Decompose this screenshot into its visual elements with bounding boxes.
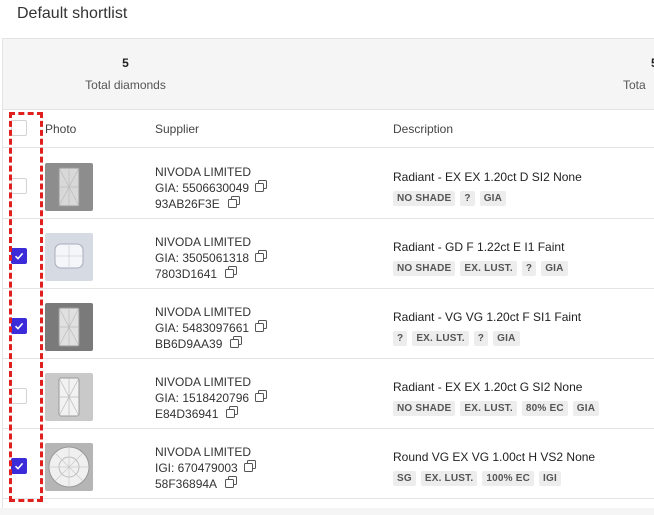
row-checkbox[interactable] [11, 318, 27, 334]
description-cell: Radiant - GD F 1.22ct E I1 Faint NO SHADE… [393, 240, 568, 276]
tag-badge: 100% EC [482, 471, 534, 486]
copy-icon[interactable] [227, 196, 240, 212]
supplier-name: NIVODA LIMITED [155, 445, 252, 459]
diamond-photo[interactable] [45, 373, 93, 421]
stat-value: 5 [623, 56, 654, 70]
bottom-bar [0, 508, 654, 515]
select-all-checkbox[interactable] [11, 120, 27, 136]
supplier-cell: NIVODA LIMITED GIA: 3505061318 7803D1641 [155, 235, 268, 282]
description-text: Radiant - EX EX 1.20ct G SI2 None [393, 380, 583, 394]
copy-icon[interactable] [255, 180, 268, 196]
description-text: Radiant - EX EX 1.20ct D SI2 None [393, 170, 582, 184]
supplier-cell: NIVODA LIMITED GIA: 5506630049 93AB26F3E [155, 165, 268, 212]
tag-badge: EX. LUST. [460, 401, 517, 416]
tag-badge: ? [460, 191, 475, 206]
stats-bar: 5 Total diamonds 5 Tota [3, 39, 654, 110]
supplier-cell: NIVODA LIMITED IGI: 670479003 58F36894A [155, 445, 256, 492]
description-text: Round VG EX VG 1.00ct H VS2 None [393, 450, 596, 464]
column-description: Description [393, 122, 454, 136]
stat-value: 5 [122, 56, 129, 70]
tag-badge: SG [393, 471, 416, 486]
copy-icon[interactable] [225, 266, 238, 282]
description-cell: Radiant - EX EX 1.20ct D SI2 None NO SHAD… [393, 170, 582, 206]
tag-badge: GIA [493, 331, 520, 346]
table-row[interactable]: NIVODA LIMITED GIA: 5483097661 BB6D9AA39 Ra… [3, 288, 654, 359]
tag-badge: ? [393, 331, 408, 346]
tag-list: NO SHADE? GIA [393, 191, 582, 206]
tag-badge: EX. LUST. [412, 331, 469, 346]
tag-badge: IGI [539, 471, 561, 486]
tag-badge: EX. LUST. [420, 471, 478, 486]
description-text: Radiant - GD F 1.22ct E I1 Faint [393, 240, 565, 254]
table-row[interactable]: NIVODA LIMITED GIA: 1518420796 E84D36941 Ra… [3, 358, 654, 429]
description-cell: Round VG EX VG 1.00ct H VS2 None SG EX. LU… [393, 450, 595, 486]
diamond-photo[interactable] [45, 303, 93, 351]
certificate-number: GIA: 3505061318 [155, 250, 250, 265]
description-cell: Radiant - VG VG 1.20ct F SI1 Faint? EX. L… [393, 310, 581, 346]
supplier-name: NIVODA LIMITED [155, 165, 252, 179]
supplier-cell: NIVODA LIMITED GIA: 5483097661 BB6D9AA39 [155, 305, 268, 352]
column-supplier: Supplier [155, 122, 200, 136]
row-checkbox[interactable] [11, 458, 27, 474]
description-text: Radiant - VG VG 1.20ct F SI1 Faint [393, 310, 582, 324]
tag-badge: GIA [541, 261, 568, 276]
tag-badge: ? [473, 331, 489, 346]
certificate-number: GIA: 1518420796 [155, 390, 250, 405]
row-checkbox[interactable] [11, 178, 27, 194]
copy-icon[interactable] [255, 250, 268, 266]
stat-label: Tota [623, 78, 646, 92]
stat-total-second: 5 Tota [623, 56, 654, 92]
tag-badge: NO SHADE [393, 191, 456, 206]
tag-badge: ? [521, 261, 537, 276]
tag-list: ? EX. LUST.? GIA [393, 331, 581, 346]
table-row[interactable]: NIVODA LIMITED GIA: 5506630049 93AB26F3E Ra… [3, 148, 654, 219]
tag-list: NO SHADE EX. LUST. 80% EC GIA [393, 401, 600, 416]
column-photo: Photo [45, 122, 77, 136]
certificate-number: IGI: 670479003 [155, 460, 238, 475]
supplier-name: NIVODA LIMITED [155, 235, 252, 249]
stock-id: 58F36894A [155, 476, 218, 491]
copy-icon[interactable] [226, 406, 239, 422]
tag-badge: 80% EC [521, 401, 568, 416]
page-title: Default shortlist [17, 5, 128, 22]
row-checkbox[interactable] [11, 248, 27, 264]
certificate-number: GIA: 5506630049 [155, 180, 250, 195]
copy-icon[interactable] [225, 476, 238, 492]
row-checkbox[interactable] [11, 388, 27, 404]
stock-id: BB6D9AA39 [155, 336, 223, 351]
supplier-name: NIVODA LIMITED [155, 305, 252, 319]
table-header: Photo Supplier Description [3, 109, 654, 148]
supplier-name: NIVODA LIMITED [155, 375, 252, 389]
stock-id: 7803D1641 [155, 266, 218, 281]
stock-id: E84D36941 [155, 406, 219, 421]
table-row[interactable]: NIVODA LIMITED GIA: 3505061318 7803D1641 Ra… [3, 218, 654, 289]
tag-badge: GIA [479, 191, 507, 206]
tag-badge: GIA [572, 401, 600, 416]
tag-list: NO SHADE EX. LUST.? GIA [393, 261, 568, 276]
description-cell: Radiant - EX EX 1.20ct G SI2 None NO SHAD… [393, 380, 600, 416]
certificate-number: GIA: 5483097661 [155, 320, 250, 335]
tag-list: SG EX. LUST. 100% EC IGI [393, 471, 595, 486]
tag-badge: NO SHADE [393, 401, 456, 416]
table-row[interactable]: NIVODA LIMITED IGI: 670479003 58F36894A Rou… [3, 428, 654, 499]
copy-icon[interactable] [230, 336, 243, 352]
tag-badge: EX. LUST. [460, 261, 517, 276]
shortlist-panel: 5 Total diamonds 5 Tota Photo Supplier D… [2, 38, 654, 509]
copy-icon[interactable] [243, 460, 256, 476]
tag-badge: NO SHADE [393, 261, 456, 276]
copy-icon[interactable] [255, 390, 268, 406]
stat-label: Total diamonds [85, 78, 166, 92]
stat-total-diamonds: 5 Total diamonds [73, 56, 178, 92]
diamond-photo[interactable] [45, 443, 93, 491]
diamond-photo[interactable] [45, 163, 93, 211]
diamond-photo[interactable] [45, 233, 93, 281]
stock-id: 93AB26F3E [155, 196, 220, 211]
copy-icon[interactable] [255, 320, 268, 336]
supplier-cell: NIVODA LIMITED GIA: 1518420796 E84D36941 [155, 375, 268, 422]
